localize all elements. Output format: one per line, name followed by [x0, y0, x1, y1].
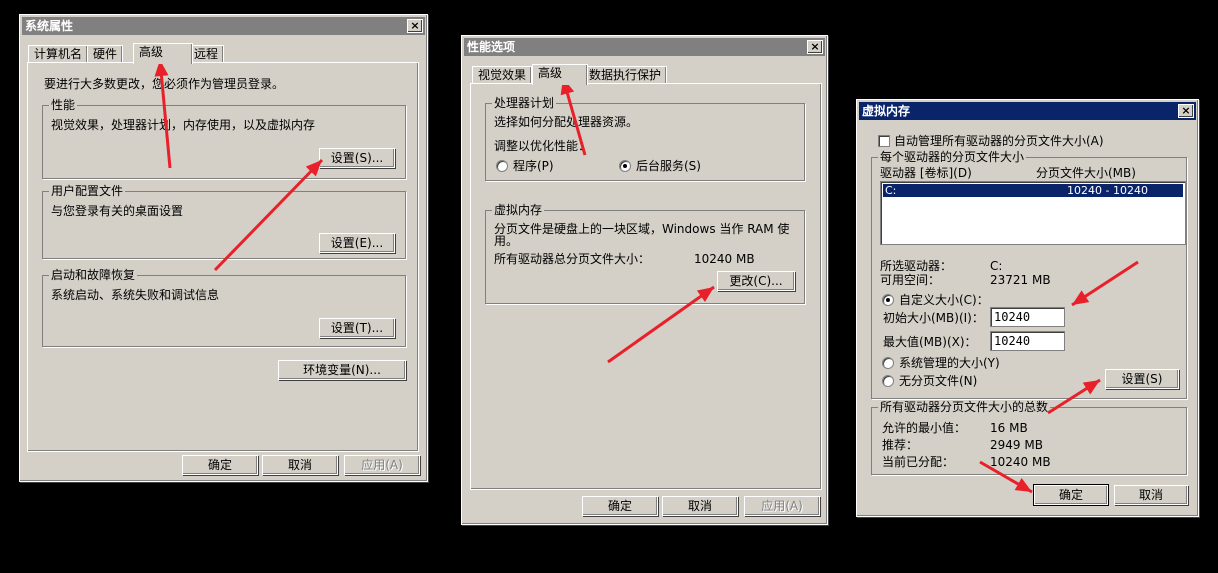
arrow-to-change-button-line: [607, 285, 715, 364]
arrow-to-change-button-head: [696, 287, 714, 302]
arrow-to-set-button-head: [1082, 380, 1100, 395]
tab-advanced[interactable]: 高级: [532, 64, 588, 85]
arrow-to-performance-settings-line: [213, 158, 324, 272]
arrow-to-initial-size-head: [1072, 290, 1090, 305]
annotation-arrows: [154, 59, 1139, 494]
arrow-to-advanced-tab-line: [158, 59, 172, 169]
tab-advanced[interactable]: 高级: [133, 43, 193, 64]
